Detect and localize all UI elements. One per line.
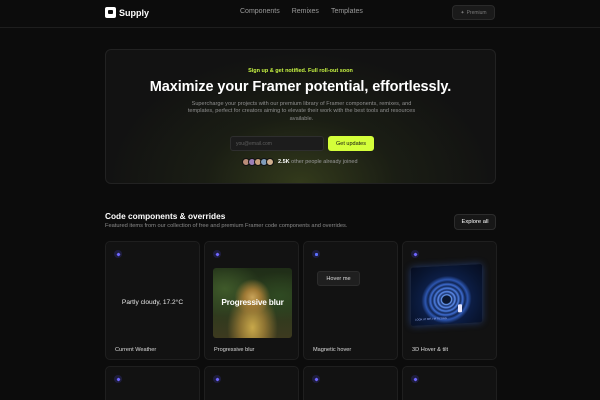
blur-preview-text: Progressive blur xyxy=(221,297,284,307)
card-magnetic-hover[interactable]: Hover me Magnetic hover xyxy=(303,241,398,360)
hover-me-chip[interactable]: Hover me xyxy=(317,271,360,286)
section-title: Code components & overrides xyxy=(105,211,226,221)
section-subtitle: Featured items from our collection of fr… xyxy=(105,223,348,229)
header-divider xyxy=(0,27,600,28)
blur-preview-image: Progressive blur xyxy=(213,268,292,338)
get-updates-button[interactable]: Get updates xyxy=(328,136,374,151)
code-badge-icon xyxy=(114,375,122,383)
supply-logo-icon xyxy=(105,7,116,18)
code-badge-icon xyxy=(213,375,221,383)
joined-label: other people already joined xyxy=(291,159,358,165)
code-badge-icon xyxy=(312,375,320,383)
hero-eyebrow: Sign up & get notified. Full roll-out so… xyxy=(248,68,353,74)
hero-title: Maximize your Framer potential, effortle… xyxy=(149,79,452,95)
card[interactable] xyxy=(303,366,398,400)
nav-link-templates[interactable]: Templates xyxy=(331,8,363,15)
explore-all-button[interactable]: Explore all xyxy=(454,214,496,230)
premium-button[interactable]: ✦ Premium xyxy=(452,5,495,20)
email-input[interactable] xyxy=(230,136,324,151)
main-nav: Components Remixes Templates xyxy=(240,8,363,15)
weather-preview-text: Partly cloudy, 17.2°C xyxy=(121,299,184,306)
nav-link-remixes[interactable]: Remixes xyxy=(292,8,319,15)
code-badge-icon xyxy=(411,375,419,383)
card-progressive-blur[interactable]: Progressive blur Progressive blur xyxy=(204,241,299,360)
tilt-preview-caption: LOOK AT ME, I'M TILTING xyxy=(415,316,447,322)
joined-row: 2.5K other people already joined xyxy=(242,158,358,166)
joined-count: 2.5K xyxy=(278,159,290,165)
card-label: 3D Hover & tilt xyxy=(412,347,449,353)
logo[interactable]: Supply xyxy=(105,7,149,18)
card-label: Current Weather xyxy=(115,347,157,353)
card-label: Magnetic hover xyxy=(313,347,352,353)
avatar xyxy=(266,158,274,166)
tilt-preview-image: LOOK AT ME, I'M TILTING xyxy=(411,264,482,326)
figure-silhouette xyxy=(458,304,462,313)
card-3d-hover-tilt[interactable]: LOOK AT ME, I'M TILTING 3D Hover & tilt xyxy=(402,241,497,360)
code-badge-icon xyxy=(411,250,419,258)
top-bar: Supply Components Remixes Templates ✦ Pr… xyxy=(0,0,600,26)
card[interactable] xyxy=(105,366,200,400)
card[interactable] xyxy=(402,366,497,400)
nav-link-components[interactable]: Components xyxy=(240,8,280,15)
override-badge-icon xyxy=(312,250,320,258)
code-badge-icon xyxy=(114,250,122,258)
joined-text: 2.5K other people already joined xyxy=(278,159,358,165)
hero-panel: Sign up & get notified. Full roll-out so… xyxy=(105,49,496,184)
avatar-stack xyxy=(242,158,274,166)
premium-label: Premium xyxy=(466,9,487,16)
card-label: Progressive blur xyxy=(214,347,255,353)
card[interactable] xyxy=(204,366,299,400)
card-current-weather[interactable]: Partly cloudy, 17.2°C Current Weather xyxy=(105,241,200,360)
code-badge-icon xyxy=(213,250,221,258)
logo-text: Supply xyxy=(119,7,150,18)
sparkle-icon: ✦ xyxy=(460,9,465,16)
hero-description: Supercharge your projects with our premi… xyxy=(187,101,416,122)
